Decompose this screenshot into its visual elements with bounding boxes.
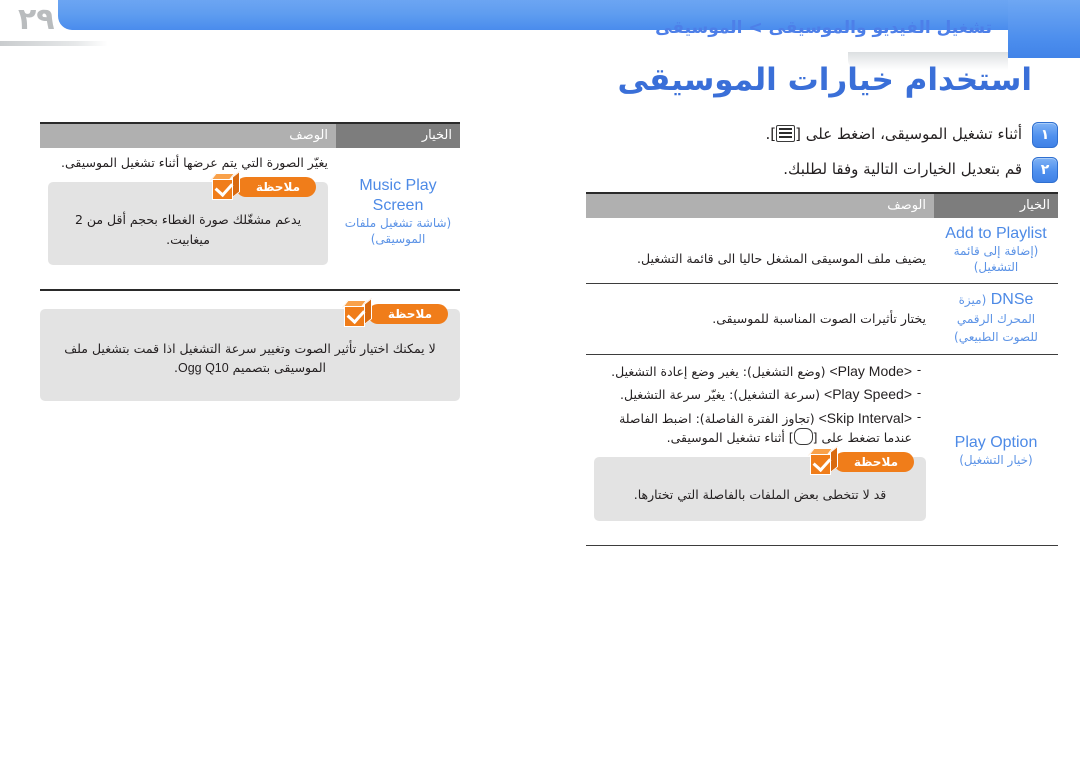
- command-token: <Play Mode>: [829, 363, 913, 380]
- page-number: ٢٩: [18, 2, 55, 37]
- bullet-skip-interval: - <Skip Interval> (تجاوز الفترة الفاصلة)…: [594, 408, 926, 447]
- bullet-text-body: (وضع التشغيل): يغير وضع إعادة التشغيل.: [611, 364, 830, 380]
- description-cell: - <Play Mode> (وضع التشغيل): يغير وضع إع…: [586, 355, 934, 533]
- option-cell: Music Play Screen (شاشة تشغيل ملفات المو…: [336, 148, 460, 277]
- note-badge: ملاحظة: [341, 297, 448, 328]
- description-text: يضيف ملف الموسيقى المشغل حاليا الى قائمة…: [637, 251, 926, 266]
- note-label: ملاحظة: [367, 303, 448, 324]
- column-header-description: الوصف: [40, 122, 336, 148]
- option-name-ar: (خيار التشغيل): [959, 453, 1033, 468]
- column-header-description: الوصف: [586, 192, 934, 218]
- bullet-text-b: ] أثناء تشغيل الموسيقى.: [666, 430, 794, 446]
- left-options-table: الخيار الوصف Music Play Screen (شاشة تشغ…: [40, 122, 460, 277]
- step-1-text-after: ].: [765, 125, 777, 143]
- note-text-a: لا يمكنك اختيار تأثير الصوت وتغيير سرعة …: [64, 340, 436, 376]
- command-token: <Skip Interval>: [818, 409, 912, 426]
- step-1-text: أثناء تشغيل الموسيقى، اضغط على [].: [586, 122, 1032, 144]
- right-table-bottom-rule: [586, 544, 1058, 546]
- table-row-play-option: Play Option (خيار التشغيل) - <Play Mode>…: [586, 355, 1058, 533]
- bullet-play-mode: - <Play Mode> (وضع التشغيل): يغير وضع إع…: [594, 361, 926, 381]
- table-row: Music Play Screen (شاشة تشغيل ملفات المو…: [40, 148, 460, 277]
- left-column: الخيار الوصف Music Play Screen (شاشة تشغ…: [40, 122, 460, 405]
- option-name-ar: (إضافة إلى قائمة التشغيل): [953, 244, 1039, 274]
- option-name-en: Music Play Screen: [359, 177, 437, 214]
- description-cell: يضيف ملف الموسيقى المشغل حاليا الى قائمة…: [586, 218, 934, 285]
- right-column: ١ أثناء تشغيل الموسيقى، اضغط على []. ٢ ق…: [586, 122, 1058, 546]
- option-name-en: Play Option: [954, 434, 1038, 452]
- column-header-option: الخيار: [336, 122, 460, 148]
- bullet-dash: -: [916, 362, 922, 378]
- description-text: يختار تأثيرات الصوت المناسبة للموسيقى.: [712, 311, 926, 327]
- note-check-box-icon: [807, 446, 840, 476]
- option-cell: Add to Playlist (إضافة إلى قائمة التشغيل…: [934, 218, 1058, 285]
- note-check-box-icon: [209, 170, 242, 201]
- bullet-text: <Play Speed> (سرعة التشغيل): يغيّر سرعة …: [594, 384, 912, 404]
- step-1-badge: ١: [1032, 122, 1058, 148]
- note-check-box-icon: [341, 297, 374, 328]
- note-box-skip-interval: ملاحظة قد لا تتخطى بعض الملفات بالفاصلة …: [594, 446, 926, 521]
- page-number-rule: [0, 41, 108, 46]
- description-cell: يختار تأثيرات الصوت المناسبة للموسيقى.: [586, 283, 934, 356]
- column-header-option: الخيار: [934, 192, 1058, 218]
- note-format-token: Ogg Q10: [177, 361, 229, 376]
- note-label: ملاحظة: [235, 177, 316, 198]
- bullet-dash: -: [916, 408, 922, 424]
- table-row: DNSe (ميزة المحرك الرقمي للصوت الطبيعي) …: [586, 283, 1058, 356]
- note-badge: ملاحظة: [209, 170, 316, 201]
- breadcrumb: تشغيل الفيديو والموسيقى > الموسيقى: [655, 18, 992, 38]
- step-2-badge: ٢: [1032, 157, 1058, 183]
- bullet-text: <Play Mode> (وضع التشغيل): يغير وضع إعاد…: [594, 361, 912, 381]
- bullet-text: <Skip Interval> (تجاوز الفترة الفاصلة): …: [594, 408, 912, 447]
- description-cell: يغيّر الصورة التي يتم عرضها أثناء تشغيل …: [40, 148, 336, 277]
- step-2: ٢ قم بتعديل الخيارات التالية وفقا لطلبك.: [586, 157, 1058, 183]
- step-1-text-before: أثناء تشغيل الموسيقى، اضغط على [: [795, 125, 1022, 143]
- note-box-cover-art: ملاحظة يدعم مشغّلك صورة الغطاء بحجم أقل …: [48, 170, 328, 265]
- round-key-icon: [793, 428, 813, 446]
- bullet-text-body: (سرعة التشغيل): يغيّر سرعة التشغيل.: [620, 387, 825, 403]
- option-name-en: DNSe: [990, 291, 1034, 309]
- note-text: يدعم مشغّلك صورة الغطاء بحجم أقل من 2 مي…: [74, 212, 302, 247]
- table-row: Add to Playlist (إضافة إلى قائمة التشغيل…: [586, 218, 1058, 285]
- note-badge: ملاحظة: [807, 446, 914, 476]
- banner-blue-right-cap: [1008, 0, 1080, 58]
- description-text: يغيّر الصورة التي يتم عرضها أثناء تشغيل …: [61, 155, 328, 170]
- menu-key-icon: [776, 125, 796, 142]
- left-table-bottom-rule: [40, 288, 460, 291]
- step-2-text: قم بتعديل الخيارات التالية وفقا لطلبك.: [783, 160, 1022, 178]
- option-name-ar: (شاشة تشغيل ملفات الموسيقى): [344, 216, 452, 246]
- note-label: ملاحظة: [833, 452, 914, 473]
- option-cell: DNSe (ميزة المحرك الرقمي للصوت الطبيعي): [934, 283, 1058, 356]
- option-cell: Play Option (خيار التشغيل): [934, 355, 1058, 533]
- table-header-row: الخيار الوصف: [586, 192, 1058, 218]
- note-box-ogg-q10: ملاحظة لا يمكنك اختيار تأثير الصوت وتغيي…: [40, 297, 460, 401]
- table-header-row: الخيار الوصف: [40, 122, 460, 148]
- bullet-play-speed: - <Play Speed> (سرعة التشغيل): يغيّر سرع…: [594, 384, 926, 404]
- right-options-table: الخيار الوصف Add to Playlist (إضافة إلى …: [586, 192, 1058, 533]
- command-token: <Play Speed>: [824, 386, 912, 403]
- bullet-dash: -: [916, 385, 922, 401]
- note-text: قد لا تتخطى بعض الملفات بالفاصلة التي تخ…: [633, 487, 887, 503]
- step-1: ١ أثناء تشغيل الموسيقى، اضغط على [].: [586, 122, 1058, 148]
- page-title: استخدام خيارات الموسيقى: [617, 62, 1032, 98]
- option-name-en: Add to Playlist: [945, 225, 1047, 242]
- note-text: لا يمكنك اختيار تأثير الصوت وتغيير سرعة …: [64, 339, 436, 379]
